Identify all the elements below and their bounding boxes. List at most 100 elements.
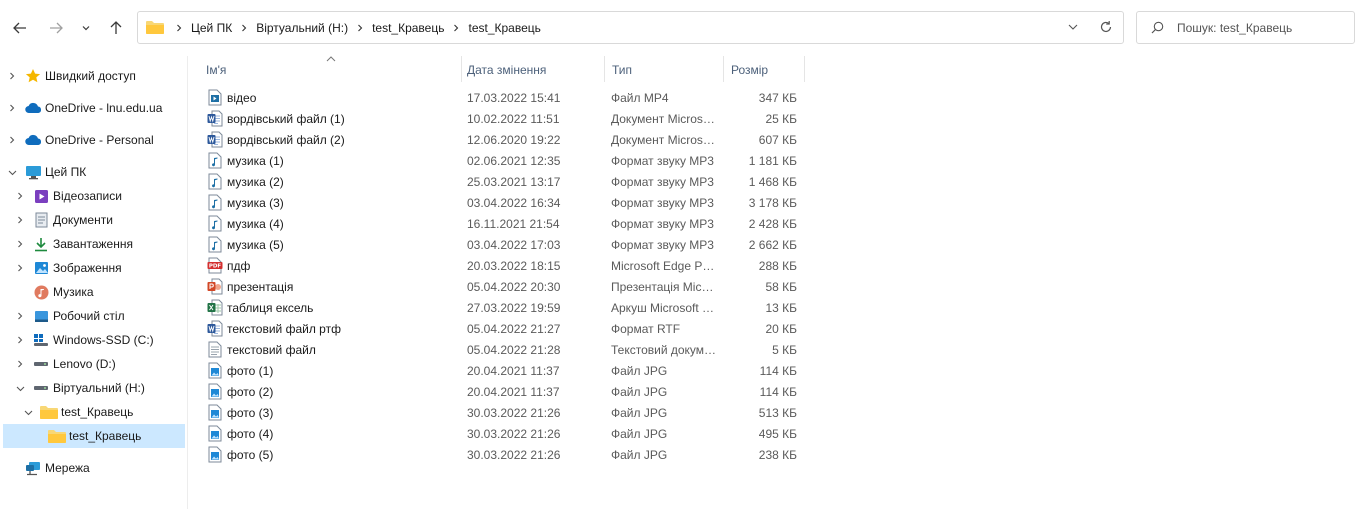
- file-row[interactable]: текстовий файл 05.04.2022 21:28 Текстовий …: [200, 339, 820, 360]
- chevron-right-icon[interactable]: [4, 136, 20, 144]
- nav-label: Lenovo (D:): [53, 357, 116, 371]
- file-row[interactable]: текстовий файл ртф 05.04.2022 21:27 Формат…: [200, 318, 820, 339]
- nav-item-drive-h[interactable]: Віртуальний (H:): [12, 376, 184, 400]
- file-date: 03.04.2022 17:03: [467, 238, 561, 252]
- file-name: музика (4): [227, 217, 284, 231]
- file-size: 58 КБ: [765, 280, 797, 294]
- file-type: Формат RTF: [611, 322, 681, 336]
- chevron-down-icon[interactable]: [20, 408, 36, 417]
- file-row[interactable]: вордівський файл (1) 10.02.2022 11:51 Доку…: [200, 108, 820, 129]
- music-icon: [32, 283, 50, 301]
- file-row[interactable]: відео 17.03.2022 15:41 Файл MP4 347 КБ: [200, 87, 820, 108]
- chevron-right-icon[interactable]: [12, 192, 28, 200]
- back-button[interactable]: [8, 16, 32, 40]
- column-header-name[interactable]: Ім'я: [200, 56, 460, 82]
- nav-item-onedrive-lnu[interactable]: OneDrive - lnu.edu.ua: [4, 96, 184, 120]
- file-type: Microsoft Edge PDF Document: [611, 259, 717, 273]
- chevron-right-icon[interactable]: [12, 264, 28, 272]
- file-name: вордівський файл (2): [227, 133, 345, 147]
- nav-item-onedrive-personal[interactable]: OneDrive - Personal: [4, 128, 184, 152]
- nav-item-documents[interactable]: Документи: [12, 208, 184, 232]
- chevron-right-icon[interactable]: [235, 24, 253, 32]
- nav-item-videos[interactable]: Відеозаписи: [12, 184, 184, 208]
- file-row[interactable]: музика (5) 03.04.2022 17:03 Формат звуку M…: [200, 234, 820, 255]
- chevron-right-icon[interactable]: [4, 72, 20, 80]
- refresh-icon: [1100, 21, 1112, 33]
- nav-item-folder-test-selected[interactable]: test_Кравець: [3, 424, 185, 448]
- refresh-button[interactable]: [1099, 20, 1113, 37]
- network-icon: [24, 459, 42, 477]
- video-icon: [32, 187, 50, 205]
- nav-item-folder-test[interactable]: test_Кравець: [20, 400, 184, 424]
- file-size: 114 КБ: [759, 385, 797, 399]
- arrow-right-icon: [50, 22, 63, 34]
- file-row[interactable]: фото (5) 30.03.2022 21:26 Файл JPG 238 КБ: [200, 444, 820, 465]
- file-row[interactable]: презентація 05.04.2022 20:30 Презентація M…: [200, 276, 820, 297]
- file-row[interactable]: таблиця ексель 27.03.2022 19:59 Аркуш Micr…: [200, 297, 820, 318]
- chevron-down-icon[interactable]: [4, 168, 20, 177]
- column-header-size[interactable]: Розмір: [724, 56, 804, 82]
- nav-item-drive-d[interactable]: Lenovo (D:): [12, 352, 184, 376]
- desktop-icon: [32, 307, 50, 325]
- file-row[interactable]: фото (3) 30.03.2022 21:26 Файл JPG 513 КБ: [200, 402, 820, 423]
- file-name: фото (1): [227, 364, 274, 378]
- nav-item-drive-c[interactable]: Windows-SSD (C:): [12, 328, 184, 352]
- file-row[interactable]: музика (2) 25.03.2021 13:17 Формат звуку M…: [200, 171, 820, 192]
- breadcrumb-item[interactable]: Віртуальний (H:): [253, 21, 351, 35]
- nav-item-pictures[interactable]: Зображення: [12, 256, 184, 280]
- word-file-icon: [207, 320, 223, 337]
- nav-label: test_Кравець: [61, 405, 134, 419]
- file-type: Формат звуку MP3: [611, 175, 714, 189]
- chevron-right-icon[interactable]: [12, 216, 28, 224]
- address-bar[interactable]: Цей ПК Віртуальний (H:) test_Кравець tes…: [137, 11, 1124, 44]
- audio-file-icon: [208, 236, 222, 253]
- breadcrumb-item[interactable]: test_Кравець: [465, 21, 543, 35]
- up-button[interactable]: [104, 16, 128, 40]
- chevron-right-icon[interactable]: [12, 240, 28, 248]
- file-row[interactable]: музика (4) 16.11.2021 21:54 Формат звуку M…: [200, 213, 820, 234]
- file-row[interactable]: фото (1) 20.04.2021 11:37 Файл JPG 114 КБ: [200, 360, 820, 381]
- address-history-button[interactable]: [1067, 21, 1079, 36]
- chevron-right-icon[interactable]: [12, 312, 28, 320]
- recent-locations-button[interactable]: [74, 16, 98, 40]
- nav-item-quick-access[interactable]: Швидкий доступ: [4, 64, 184, 88]
- nav-item-music[interactable]: Музика: [12, 280, 184, 304]
- nav-label: Швидкий доступ: [45, 69, 136, 83]
- file-row[interactable]: музика (1) 02.06.2021 12:35 Формат звуку M…: [200, 150, 820, 171]
- column-divider[interactable]: [804, 56, 805, 82]
- file-size: 114 КБ: [759, 364, 797, 378]
- file-size: 1 181 КБ: [748, 154, 797, 168]
- search-input[interactable]: [1177, 19, 1347, 37]
- file-type: Формат звуку MP3: [611, 217, 714, 231]
- nav-item-this-pc[interactable]: Цей ПК: [4, 160, 184, 184]
- file-type: Презентація Microsoft PowerPoint: [611, 280, 717, 294]
- pane-divider[interactable]: [187, 56, 188, 509]
- file-row[interactable]: PDF пдф 20.03.2022 18:15 Microsoft Edge PDF…: [200, 255, 820, 276]
- file-row[interactable]: вордівський файл (2) 12.06.2020 19:22 Доку…: [200, 129, 820, 150]
- file-row[interactable]: фото (2) 20.04.2021 11:37 Файл JPG 114 КБ: [200, 381, 820, 402]
- chevron-right-icon[interactable]: [12, 360, 28, 368]
- nav-item-desktop[interactable]: Робочий стіл: [12, 304, 184, 328]
- chevron-down-icon[interactable]: [12, 384, 28, 393]
- file-row[interactable]: фото (4) 30.03.2022 21:26 Файл JPG 495 КБ: [200, 423, 820, 444]
- audio-file-icon: [208, 215, 222, 232]
- column-header-date[interactable]: Дата змінення: [462, 56, 604, 82]
- file-name: фото (2): [227, 385, 274, 399]
- breadcrumb-item[interactable]: Цей ПК: [188, 21, 235, 35]
- nav-item-network[interactable]: Мережа: [4, 456, 184, 480]
- breadcrumb-item[interactable]: test_Кравець: [369, 21, 447, 35]
- cloud-icon: [24, 99, 42, 117]
- chevron-down-icon: [1068, 24, 1078, 30]
- nav-label: Завантаження: [53, 237, 133, 251]
- chevron-right-icon[interactable]: [351, 24, 369, 32]
- nav-item-downloads[interactable]: Завантаження: [12, 232, 184, 256]
- word-file-icon: [207, 110, 223, 127]
- chevron-right-icon[interactable]: [12, 336, 28, 344]
- column-header-type[interactable]: Тип: [605, 56, 722, 82]
- chevron-right-icon[interactable]: [4, 104, 20, 112]
- chevron-right-icon[interactable]: [447, 24, 465, 32]
- file-name: текстовий файл: [227, 343, 316, 357]
- forward-button[interactable]: [44, 16, 68, 40]
- arrow-up-icon: [110, 21, 122, 34]
- file-row[interactable]: музика (3) 03.04.2022 16:34 Формат звуку M…: [200, 192, 820, 213]
